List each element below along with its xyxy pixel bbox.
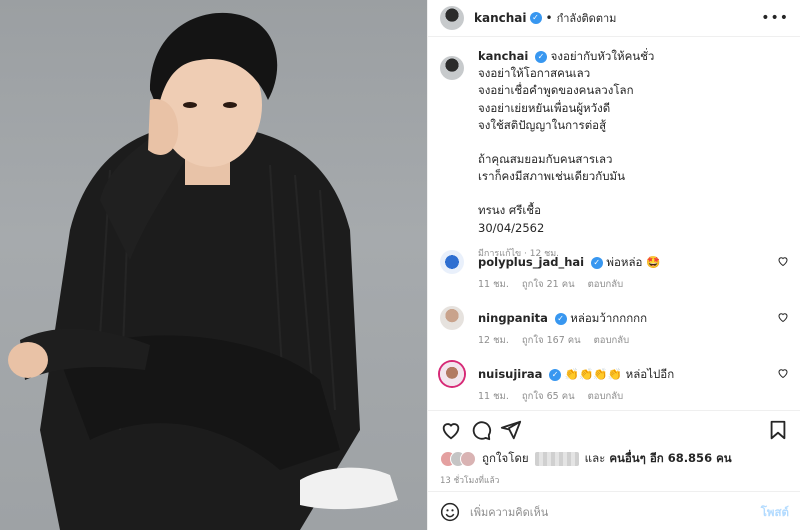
reply-button[interactable]: ตอบกลับ	[588, 279, 624, 290]
caption-line: จงอย่าเชื่อคำพูดของคนลวงโลก	[478, 83, 634, 98]
comment-time[interactable]: 12 ชม.	[478, 335, 509, 346]
white-sneaker	[300, 467, 398, 510]
verified-badge-icon: ✓	[534, 51, 547, 63]
more-options-icon[interactable]: •••	[761, 10, 789, 26]
add-comment-bar: โพสต์	[428, 491, 800, 530]
comment-item: polyplus_jad_hai ✓ พ่อหล่อ 🤩 11 ชม. ถูกใ…	[428, 250, 800, 306]
comment-bubble-icon[interactable]	[470, 419, 492, 441]
resting-hand	[8, 342, 48, 378]
caption-line: จงอย่ากับหัวให้คนชั่ว	[550, 49, 655, 63]
commenter-username[interactable]: ningpanita	[478, 311, 548, 325]
caption-line: จงใช้สติปัญญาในการต่อสู้	[478, 117, 607, 132]
comment-text-row: ningpanita ✓ หล่อมว้ากกกกก	[478, 310, 647, 328]
emoji-smiley-icon[interactable]	[440, 502, 460, 522]
verified-badge-icon: ✓	[554, 313, 567, 325]
comment-text: หล่อมว้ากกกกก	[570, 311, 648, 325]
commenter-avatar[interactable]	[440, 362, 464, 386]
post-actions: ถูกใจโดย และ คนอื่นๆ อีก 68.856 คน 13 ชั…	[428, 410, 800, 530]
liked-by-label: ถูกใจโดย	[482, 451, 529, 465]
caption-body: kanchai ✓ จงอย่ากับหัวให้คนชั่ว จงอย่าให…	[478, 48, 654, 263]
commenter-username[interactable]: nuisujiraa	[478, 367, 542, 381]
comment-time[interactable]: 11 ชม.	[478, 391, 509, 402]
liker-avatar[interactable]	[460, 451, 476, 467]
comment-text-row: polyplus_jad_hai ✓ พ่อหล่อ 🤩	[478, 254, 660, 272]
comment-input[interactable]	[470, 501, 740, 523]
following-status[interactable]: กำลังติดตาม	[557, 9, 617, 27]
comment-like-heart-icon[interactable]	[777, 311, 789, 323]
separator-dot: •	[545, 11, 553, 25]
comment-text: พ่อหล่อ 🤩	[606, 255, 661, 269]
likes-connector: และ	[584, 451, 606, 465]
author-username[interactable]: kanchai	[474, 11, 527, 25]
comment-text: 👏👏👏👏 หล่อไปอีก	[564, 367, 675, 381]
author-avatar[interactable]	[440, 6, 464, 30]
comment-time[interactable]: 11 ชม.	[478, 279, 509, 290]
commenter-username[interactable]: polyplus_jad_hai	[478, 255, 584, 269]
verified-badge-icon: ✓	[549, 369, 562, 381]
comment-item: ningpanita ✓ หล่อมว้ากกกกก 12 ชม. ถูกใจ …	[428, 306, 800, 362]
comment-meta: 12 ชม. ถูกใจ 167 คน ตอบกลับ	[478, 333, 639, 348]
post-photo[interactable]	[0, 0, 427, 530]
caption-line: ทรนง ศรีเชื้อ	[478, 203, 542, 218]
portrait-illustration	[8, 12, 398, 530]
comment-meta: 11 ชม. ถูกใจ 65 คน ตอบกลับ	[478, 389, 633, 404]
comment-like-heart-icon[interactable]	[777, 255, 789, 267]
likes-summary: ถูกใจโดย และ คนอื่นๆ อีก 68.856 คน	[440, 450, 732, 468]
comment-like-count[interactable]: ถูกใจ 167 คน	[522, 335, 581, 346]
caption-line: จงอย่าเย่ยหยันเพื่อนผู้หวังดี	[478, 100, 611, 115]
post-timestamp[interactable]: 13 ชั่วโมงที่แล้ว	[440, 473, 499, 487]
caption-line: จงอย่าให้โอกาสคนเลว	[478, 66, 591, 81]
post-detail-panel: kanchai ✓ • กำลังติดตาม ••• kanchai ✓ จง…	[427, 0, 800, 530]
caption-author-avatar[interactable]	[440, 56, 464, 80]
comment-text-row: nuisujiraa ✓ 👏👏👏👏 หล่อไปอีก	[478, 366, 674, 384]
jacket-shape	[40, 124, 360, 530]
others-like-count[interactable]: คนอื่นๆ อีก 68.856 คน	[609, 450, 731, 468]
caption-line: เราก็คงมีสภาพเช่นเดียวกับมัน	[478, 169, 625, 184]
post-caption: kanchai ✓ จงอย่ากับหัวให้คนชั่ว จงอย่าให…	[428, 48, 800, 263]
verified-badge-icon: ✓	[529, 12, 542, 24]
post-header: kanchai ✓ • กำลังติดตาม •••	[428, 0, 800, 37]
caption-author[interactable]: kanchai	[478, 49, 528, 63]
comment-meta: 11 ชม. ถูกใจ 21 คน ตอบกลับ	[478, 277, 633, 292]
share-send-icon[interactable]	[500, 419, 522, 441]
liker-avatars	[440, 451, 476, 467]
reply-button[interactable]: ตอบกลับ	[594, 335, 630, 346]
blurred-liker-name[interactable]	[534, 452, 579, 466]
right-eye	[223, 102, 237, 108]
reply-button[interactable]: ตอบกลับ	[588, 391, 624, 402]
post-comment-button[interactable]: โพสต์	[761, 504, 789, 522]
left-eye	[183, 102, 197, 108]
commenter-avatar[interactable]	[440, 306, 464, 330]
verified-badge-icon: ✓	[590, 257, 603, 269]
comment-like-heart-icon[interactable]	[777, 367, 789, 379]
caption-line: 30/04/2562	[478, 220, 545, 235]
caption-line: ถ้าคุณสมยอมกับคนสารเลว	[478, 152, 613, 167]
save-bookmark-icon[interactable]	[767, 419, 789, 441]
comment-like-count[interactable]: ถูกใจ 21 คน	[522, 279, 575, 290]
comment-like-count[interactable]: ถูกใจ 65 คน	[522, 391, 575, 402]
like-heart-icon[interactable]	[440, 419, 462, 441]
commenter-avatar[interactable]	[440, 250, 464, 274]
